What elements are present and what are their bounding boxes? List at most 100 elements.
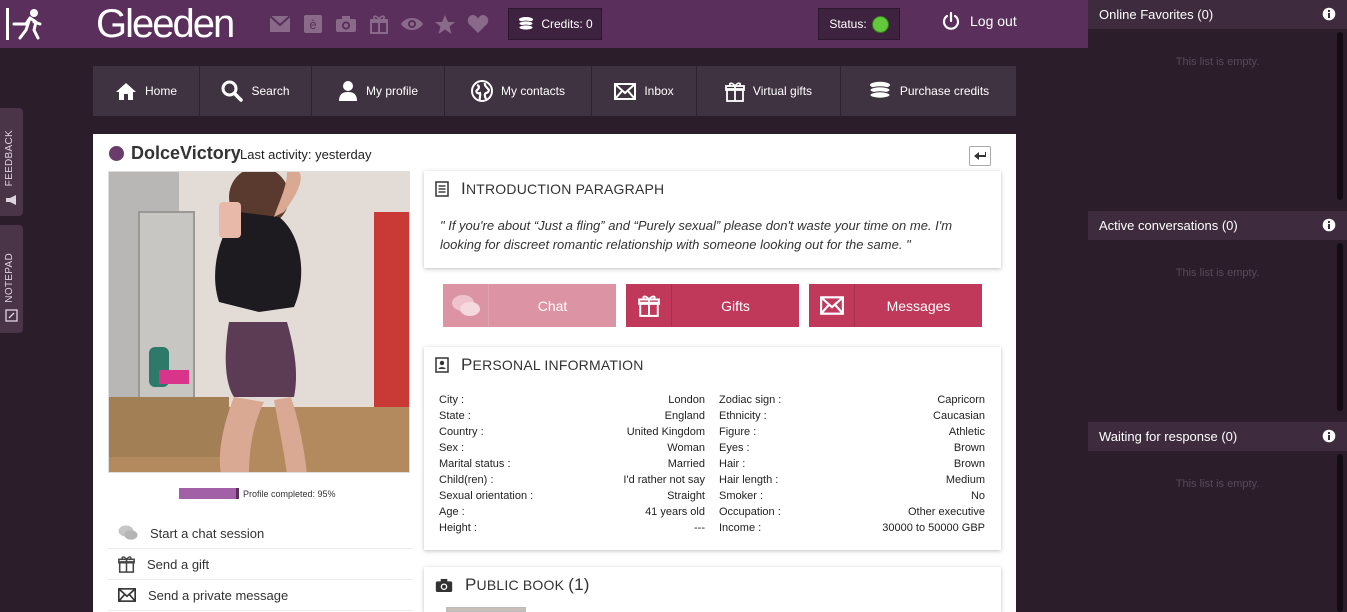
nav-purchase-credits[interactable]: Purchase credits — [841, 66, 1016, 116]
gifts-button-label: Gifts — [721, 297, 750, 314]
info-label: Figure : — [719, 426, 757, 438]
last-activity: Last activity: yesterday — [240, 147, 372, 162]
active-conversations-title: Active conversations (0) — [1099, 218, 1238, 233]
info-row: Marital status : Married — [439, 456, 705, 472]
introduction-title: INTRODUCTION PARAGRAPH — [435, 179, 664, 199]
progress-end — [236, 488, 239, 499]
user-status-indicator — [109, 146, 124, 161]
header-icons: è — [268, 12, 490, 36]
introduction-panel: INTRODUCTION PARAGRAPH " If you're about… — [424, 171, 1001, 268]
logout-button[interactable]: Log out — [942, 12, 1017, 30]
personal-info-grid: City : London State : England Country : Uni… — [439, 392, 985, 536]
public-book-title-rest: UBLIC BOOK — [476, 577, 565, 593]
info-label: Zodiac sign : — [719, 394, 782, 406]
info-value: Other executive — [907, 506, 985, 518]
info-value: Caucasian — [933, 410, 985, 422]
start-chat-session-link[interactable]: Start a chat session — [108, 518, 413, 549]
waiting-response-scrollbar[interactable] — [1337, 454, 1343, 612]
info-icon[interactable] — [1322, 429, 1336, 443]
notepad-tab[interactable]: NOTEPAD — [0, 225, 23, 333]
public-book-thumbnail[interactable] — [446, 607, 526, 612]
status-label: Status: — [829, 17, 867, 31]
heart-icon[interactable] — [466, 12, 490, 36]
send-private-message-link[interactable]: Send a private message — [108, 580, 413, 611]
power-icon — [942, 12, 960, 30]
chat-button[interactable]: Chat — [443, 284, 616, 327]
info-label: Marital status : — [439, 458, 511, 470]
info-value: --- — [694, 522, 705, 534]
send-gift-link[interactable]: Send a gift — [108, 549, 413, 580]
eye-icon[interactable] — [400, 12, 424, 36]
feedback-tab[interactable]: FEEDBACK — [0, 108, 23, 216]
messages-button-label: Messages — [886, 297, 951, 314]
info-label: Child(ren) : — [439, 474, 494, 486]
info-label: Income : — [719, 522, 762, 534]
user-icon — [338, 81, 357, 101]
info-value: Married — [667, 458, 705, 470]
star-icon[interactable] — [433, 12, 457, 36]
feedback-label: FEEDBACK — [4, 130, 15, 187]
back-button[interactable] — [969, 146, 991, 166]
notepad-label: NOTEPAD — [4, 253, 15, 303]
send-private-message-label: Send a private message — [148, 587, 289, 603]
info-label: Occupation : — [719, 506, 781, 518]
nav-inbox[interactable]: Inbox — [592, 66, 697, 116]
gleeden-logo[interactable]: Gleeden — [96, 2, 235, 47]
nav-home-label: Home — [144, 84, 177, 98]
online-favorites-header: Online Favorites (0) — [1088, 0, 1347, 29]
info-value: Woman — [667, 442, 705, 454]
waiting-response-header: Waiting for response (0) — [1088, 422, 1347, 451]
info-label: Country : — [439, 426, 484, 438]
nav-virtual-gifts-label: Virtual gifts — [752, 84, 813, 98]
credits-button[interactable]: Credits: 0 — [508, 8, 602, 40]
info-value: 30000 to 50000 GBP — [882, 522, 985, 534]
exit-icon[interactable] — [4, 6, 46, 42]
info-value: Medium — [945, 474, 985, 486]
nav-my-profile[interactable]: My profile — [312, 66, 445, 116]
info-label: Hair : — [719, 458, 746, 470]
nav-home[interactable]: Home — [93, 66, 200, 116]
main-navigation: Home Search My profile My contacts Inbox… — [93, 66, 1016, 116]
gift-icon — [118, 556, 135, 573]
globe-icon — [470, 80, 493, 102]
info-value: Brown — [953, 442, 985, 454]
info-value: England — [664, 410, 705, 422]
profile-photo[interactable] — [108, 171, 410, 473]
profile-actions: Start a chat session Send a gift Send a … — [108, 518, 413, 611]
personal-title-rest: ERSONAL INFORMATION — [472, 357, 644, 373]
profile-username: DolceVictory — [131, 143, 241, 163]
gifts-button[interactable]: Gifts — [626, 284, 799, 327]
profile-card: DolceVictory Last activity: yesterday Pr… — [93, 134, 1016, 612]
camera-icon[interactable] — [334, 12, 358, 36]
home-icon — [115, 82, 136, 100]
id-card-icon — [435, 357, 449, 373]
envelope-icon[interactable] — [268, 12, 292, 36]
nav-search[interactable]: Search — [200, 66, 312, 116]
profile-completion: Profile completed: 95% — [179, 488, 336, 499]
nav-my-contacts[interactable]: My contacts — [445, 66, 592, 116]
status-toggle[interactable]: Status: — [818, 8, 900, 40]
info-row: Height : --- — [439, 520, 705, 536]
right-sidebar: Online Favorites (0) This list is empty.… — [1088, 0, 1347, 612]
info-label: Sexual orientation : — [439, 490, 534, 502]
info-label: Eyes : — [719, 442, 750, 454]
info-value: I'd rather not say — [623, 474, 705, 486]
info-row: Income : 30000 to 50000 GBP — [719, 520, 985, 536]
messages-button[interactable]: Messages — [809, 284, 982, 327]
gift-icon[interactable] — [367, 12, 391, 36]
nav-virtual-gifts[interactable]: Virtual gifts — [697, 66, 841, 116]
letter-e-icon[interactable]: è — [301, 12, 325, 36]
nav-inbox-label: Inbox — [644, 84, 674, 98]
svg-text:è: è — [309, 17, 316, 32]
info-icon[interactable] — [1322, 218, 1336, 232]
info-icon[interactable] — [1322, 7, 1336, 21]
profile-photo-image — [109, 172, 409, 472]
info-value: London — [668, 394, 705, 406]
info-row: Sex : Woman — [439, 440, 705, 456]
info-label: Height : — [439, 522, 477, 534]
info-value: Straight — [667, 490, 705, 502]
active-conversations-scrollbar[interactable] — [1337, 243, 1343, 411]
online-favorites-scrollbar[interactable] — [1337, 32, 1343, 200]
progress-bar — [179, 488, 239, 499]
nav-my-contacts-label: My contacts — [500, 84, 566, 98]
